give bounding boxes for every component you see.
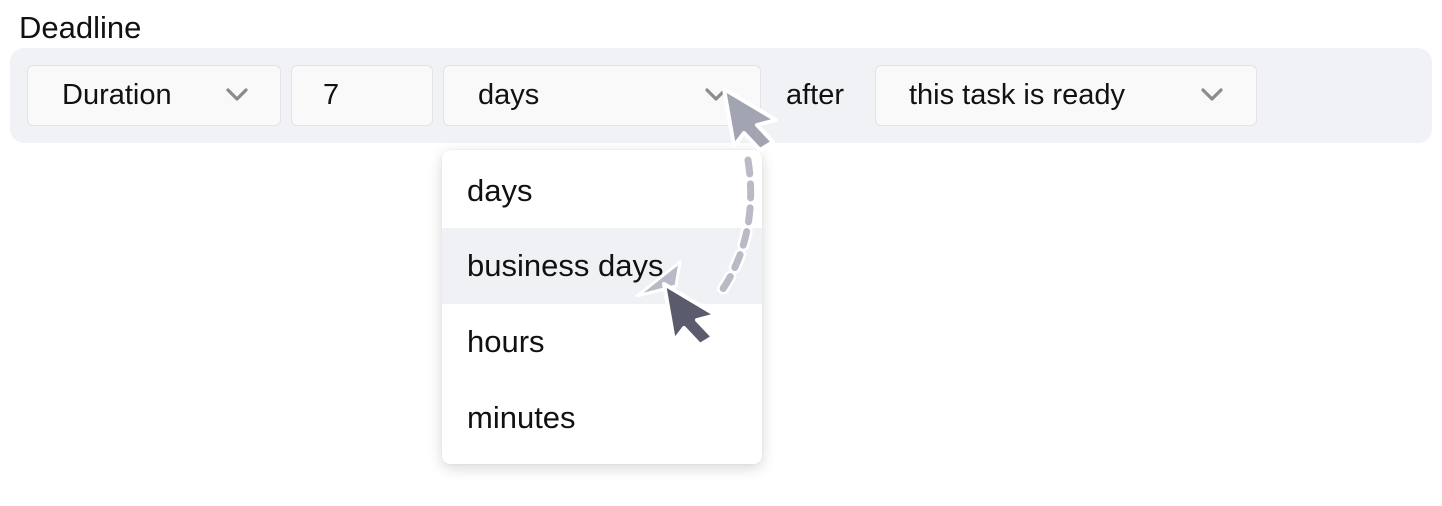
deadline-mode-dropdown[interactable]: Duration (27, 65, 281, 126)
chevron-down-icon (705, 88, 727, 101)
menu-item-hours[interactable]: hours (442, 304, 762, 380)
connector-label: after (786, 79, 845, 111)
amount-value: 7 (323, 79, 340, 111)
unit-dropdown-menu: days business days hours minutes (442, 150, 762, 464)
chevron-down-icon (226, 88, 248, 101)
chevron-down-icon (1201, 88, 1223, 101)
start-condition-dropdown[interactable]: this task is ready (875, 65, 1257, 126)
deadline-label: Deadline (19, 10, 142, 45)
unit-dropdown[interactable]: days (443, 65, 761, 126)
start-condition-value: this task is ready (909, 79, 1125, 111)
amount-input[interactable]: 7 (291, 65, 433, 126)
unit-value: days (478, 79, 540, 111)
deadline-editor: Deadline Duration 7 days after this task… (0, 0, 1442, 506)
menu-item-business-days[interactable]: business days (442, 228, 762, 304)
deadline-mode-value: Duration (62, 79, 172, 111)
menu-item-minutes[interactable]: minutes (442, 380, 762, 456)
menu-item-days[interactable]: days (442, 153, 762, 229)
